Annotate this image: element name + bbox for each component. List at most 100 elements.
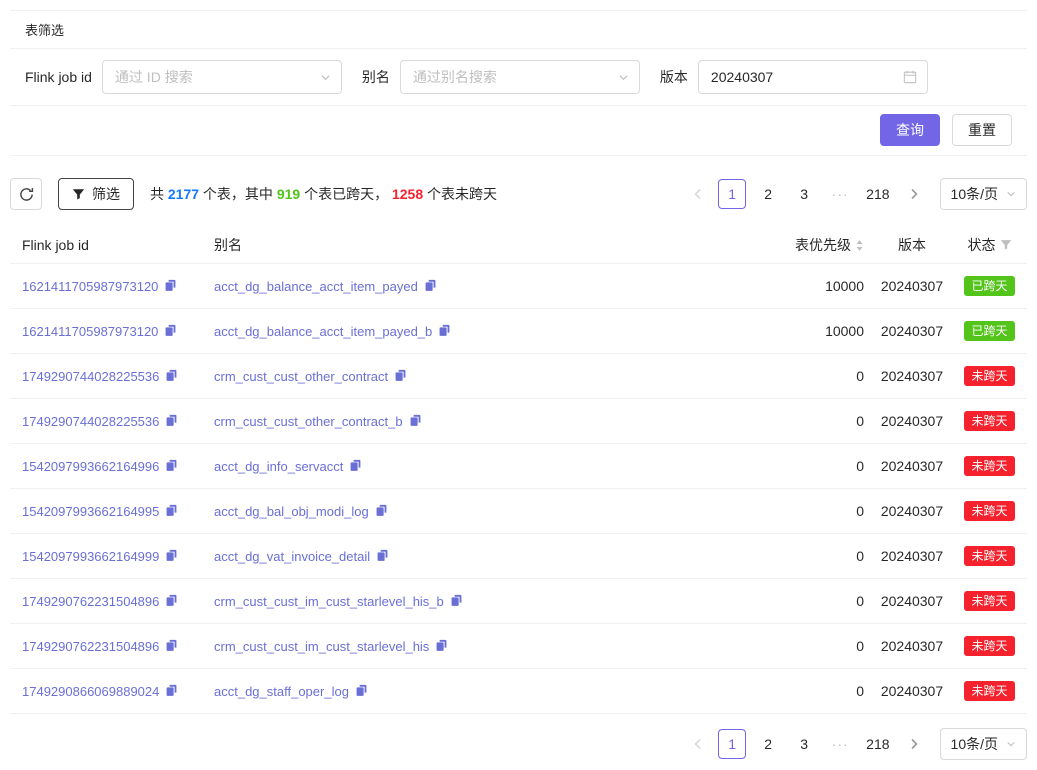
flink-job-id-link[interactable]: 1749290744028225536 xyxy=(22,369,159,384)
flink-job-id-label: Flink job id xyxy=(25,69,92,85)
page-button-1[interactable]: 1 xyxy=(718,729,746,759)
alias-select[interactable] xyxy=(400,60,640,94)
copy-icon[interactable] xyxy=(165,594,178,610)
refresh-button[interactable] xyxy=(10,178,42,210)
filter-button-label: 筛选 xyxy=(92,184,120,204)
flink-job-id-link[interactable]: 1749290762231504896 xyxy=(22,639,159,654)
copy-icon[interactable] xyxy=(375,504,388,520)
reset-button[interactable]: 重置 xyxy=(952,114,1012,146)
column-filter-funnel-icon[interactable] xyxy=(1000,239,1012,251)
copy-icon[interactable] xyxy=(435,639,448,655)
pagination-bottom: 1 2 3 ··· 218 10条/页 xyxy=(686,728,1027,760)
sort-icon[interactable] xyxy=(855,239,864,252)
copy-icon[interactable] xyxy=(165,369,178,385)
flink-job-id-link[interactable]: 1621411705987973120 xyxy=(22,324,158,339)
page-ellipsis[interactable]: ··· xyxy=(826,179,854,209)
prev-page-button[interactable] xyxy=(686,179,710,209)
status-badge: 已跨天 xyxy=(964,321,1014,341)
copy-icon[interactable] xyxy=(164,279,177,295)
column-header-status[interactable]: 状态 xyxy=(952,227,1027,264)
pagination-top: 1 2 3 ··· 218 10条/页 xyxy=(686,178,1027,210)
column-header-status-label: 状态 xyxy=(968,235,996,255)
copy-icon[interactable] xyxy=(165,414,178,430)
alias-input[interactable] xyxy=(411,68,612,86)
page-button-2[interactable]: 2 xyxy=(754,179,782,209)
alias-link[interactable]: crm_cust_cust_im_cust_starlevel_his_b xyxy=(214,594,444,609)
chevron-down-icon xyxy=(320,72,331,83)
page-button-last[interactable]: 218 xyxy=(862,729,893,759)
version-value: 20240307 xyxy=(872,399,952,444)
copy-icon[interactable] xyxy=(409,414,422,430)
status-badge: 未跨天 xyxy=(964,366,1014,386)
next-page-button[interactable] xyxy=(902,729,926,759)
alias-link[interactable]: crm_cust_cust_other_contract xyxy=(214,369,388,384)
copy-icon[interactable] xyxy=(164,324,177,340)
version-value: 20240307 xyxy=(872,444,952,489)
calendar-icon xyxy=(903,70,917,84)
page-size-select[interactable]: 10条/页 xyxy=(940,728,1027,760)
version-value: 20240307 xyxy=(872,534,952,579)
summary-part: 个表未跨天 xyxy=(423,186,497,202)
copy-icon[interactable] xyxy=(438,324,451,340)
alias-link[interactable]: acct_dg_balance_acct_item_payed xyxy=(214,279,418,294)
version-date-input[interactable] xyxy=(709,68,897,86)
alias-link[interactable]: acct_dg_balance_acct_item_payed_b xyxy=(214,324,432,339)
flink-job-id-link[interactable]: 1542097993662164996 xyxy=(22,459,159,474)
version-label: 版本 xyxy=(660,67,688,87)
column-header-priority-label: 表优先级 xyxy=(795,235,851,255)
status-badge: 未跨天 xyxy=(964,456,1014,476)
version-value: 20240307 xyxy=(872,309,952,354)
page-button-last[interactable]: 218 xyxy=(862,179,893,209)
prev-page-button[interactable] xyxy=(686,729,710,759)
table-row: 1542097993662164996 acct_dg_info_servacc… xyxy=(10,444,1027,489)
priority-value: 0 xyxy=(722,624,872,669)
alias-link[interactable]: acct_dg_vat_invoice_detail xyxy=(214,549,370,564)
flink-job-id-input[interactable] xyxy=(113,68,314,86)
flink-job-id-link[interactable]: 1749290744028225536 xyxy=(22,414,159,429)
column-header-priority[interactable]: 表优先级 xyxy=(722,227,872,264)
filter-button[interactable]: 筛选 xyxy=(58,178,134,210)
flink-job-id-link[interactable]: 1542097993662164995 xyxy=(22,504,159,519)
page-button-2[interactable]: 2 xyxy=(754,729,782,759)
page-button-1[interactable]: 1 xyxy=(718,179,746,209)
column-header-version: 版本 xyxy=(872,227,952,264)
page-button-3[interactable]: 3 xyxy=(790,729,818,759)
status-badge: 未跨天 xyxy=(964,546,1014,566)
alias-link[interactable]: acct_dg_bal_obj_modi_log xyxy=(214,504,369,519)
alias-link[interactable]: acct_dg_info_servacct xyxy=(214,459,343,474)
priority-value: 0 xyxy=(722,669,872,714)
flink-job-id-link[interactable]: 1621411705987973120 xyxy=(22,279,158,294)
page-size-select[interactable]: 10条/页 xyxy=(940,178,1027,210)
copy-icon[interactable] xyxy=(349,459,362,475)
flink-job-id-link[interactable]: 1749290762231504896 xyxy=(22,594,159,609)
priority-value: 0 xyxy=(722,489,872,534)
copy-icon[interactable] xyxy=(450,594,463,610)
copy-icon[interactable] xyxy=(355,684,368,700)
filter-panel-title: 表筛选 xyxy=(10,11,1027,49)
page-ellipsis[interactable]: ··· xyxy=(826,729,854,759)
flink-job-id-link[interactable]: 1542097993662164999 xyxy=(22,549,159,564)
next-page-button[interactable] xyxy=(902,179,926,209)
version-value: 20240307 xyxy=(872,624,952,669)
copy-icon[interactable] xyxy=(165,684,178,700)
page-button-3[interactable]: 3 xyxy=(790,179,818,209)
priority-value: 0 xyxy=(722,354,872,399)
alias-link[interactable]: acct_dg_staff_oper_log xyxy=(214,684,349,699)
copy-icon[interactable] xyxy=(165,549,178,565)
version-value: 20240307 xyxy=(872,264,952,309)
version-date-picker[interactable] xyxy=(698,60,928,94)
table-row: 1542097993662164995 acct_dg_bal_obj_modi… xyxy=(10,489,1027,534)
copy-icon[interactable] xyxy=(165,504,178,520)
flink-job-id-select[interactable] xyxy=(102,60,342,94)
column-header-flink-job-id: Flink job id xyxy=(10,227,206,264)
version-value: 20240307 xyxy=(872,354,952,399)
copy-icon[interactable] xyxy=(424,279,437,295)
copy-icon[interactable] xyxy=(165,639,178,655)
query-button[interactable]: 查询 xyxy=(880,114,940,146)
flink-job-id-link[interactable]: 1749290866069889024 xyxy=(22,684,159,699)
copy-icon[interactable] xyxy=(165,459,178,475)
copy-icon[interactable] xyxy=(376,549,389,565)
copy-icon[interactable] xyxy=(394,369,407,385)
alias-link[interactable]: crm_cust_cust_im_cust_starlevel_his xyxy=(214,639,429,654)
alias-link[interactable]: crm_cust_cust_other_contract_b xyxy=(214,414,403,429)
